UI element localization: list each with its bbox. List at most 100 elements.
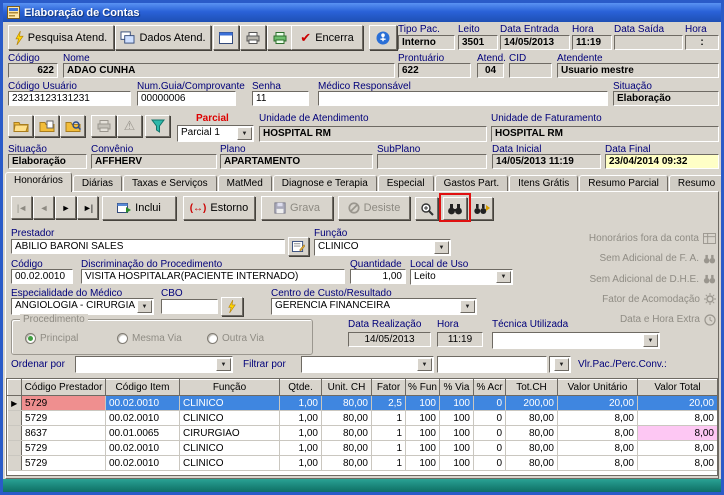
grid-cell-p_fun[interactable]: 100 xyxy=(405,440,440,456)
form-button[interactable] xyxy=(213,25,239,50)
grid-cell-p_acr[interactable]: 0 xyxy=(473,395,506,411)
grid-cell-qtde[interactable]: 1,00 xyxy=(279,440,322,456)
grid-header-ind[interactable] xyxy=(7,379,22,396)
grid-cell-valor_total[interactable]: 8,00 xyxy=(637,425,717,441)
grid-cell-valor_total[interactable]: 20,00 xyxy=(637,395,717,411)
local-uso-combo[interactable]: Leito ▼ xyxy=(410,269,513,285)
grid-row[interactable]: 5729 00.02.0010 CLINICO 1,00 80,00 1 100 100 0 80… xyxy=(7,455,717,471)
folder-doc-button[interactable] xyxy=(34,115,59,137)
grid-header-p_fun[interactable]: % Fun xyxy=(405,379,440,396)
grid-cell-p_fun[interactable]: 100 xyxy=(405,410,440,426)
grid-header-unit_ch[interactable]: Unit. CH xyxy=(321,379,372,396)
export-button[interactable] xyxy=(267,25,293,50)
grid-cell-tot_ch[interactable]: 80,00 xyxy=(505,440,558,456)
nav-next-button[interactable]: ► xyxy=(55,196,76,219)
grid-header-valor_unitario[interactable]: Valor Unitário xyxy=(557,379,638,396)
grid-cell-codigo_prestador[interactable]: 8637 xyxy=(21,425,106,441)
cbo-lightning-button[interactable] xyxy=(221,297,243,316)
grid-cell-tot_ch[interactable]: 80,00 xyxy=(505,410,558,426)
grid-cell-codigo_prestador[interactable]: 5729 xyxy=(21,410,106,426)
cbo-field[interactable] xyxy=(161,299,218,314)
nav-last-button[interactable]: ►| xyxy=(77,196,98,219)
grid-cell-valor_unitario[interactable]: 8,00 xyxy=(557,455,638,471)
row-indicator[interactable] xyxy=(7,455,22,471)
tab-itens-gratis[interactable]: Itens Grátis xyxy=(509,175,579,192)
grid-cell-fator[interactable]: 1 xyxy=(371,455,406,471)
tab-taxas-servicos[interactable]: Taxas e Serviços xyxy=(123,175,217,192)
grid-cell-p_acr[interactable]: 0 xyxy=(473,440,506,456)
encerra-button[interactable]: ✔ Encerra xyxy=(291,25,363,50)
grid-cell-tot_ch[interactable]: 200,00 xyxy=(505,395,558,411)
tab-honorarios[interactable]: Honorários xyxy=(5,172,72,192)
grid-cell-p_fun[interactable]: 100 xyxy=(405,455,440,471)
estorno-button[interactable]: (↔) Estorno xyxy=(183,196,255,220)
honorarios-fora-conta-item[interactable]: Honorários fora da conta xyxy=(587,229,716,248)
prontuario-field[interactable]: 622 xyxy=(398,63,471,78)
grid-cell-tot_ch[interactable]: 80,00 xyxy=(505,425,558,441)
radio-mesma-via[interactable]: Mesma Via xyxy=(117,333,182,344)
search-next-button[interactable] xyxy=(470,197,493,220)
centro-custo-combo[interactable]: GERENCIA FINANCEIRA ▼ xyxy=(271,298,477,315)
tab-resumo-parcial[interactable]: Resumo Parcial xyxy=(579,175,668,192)
print2-button[interactable] xyxy=(91,115,116,137)
grid-cell-codigo_prestador[interactable]: 5729 xyxy=(21,440,106,456)
grid-cell-unit_ch[interactable]: 80,00 xyxy=(321,425,372,441)
unidade-faturamento-field[interactable]: HOSPITAL RM xyxy=(491,126,719,142)
desiste-button[interactable]: Desiste xyxy=(338,196,410,220)
grid-cell-p_via[interactable]: 100 xyxy=(439,410,474,426)
grid-cell-p_acr[interactable]: 0 xyxy=(473,410,506,426)
especialidade-combo[interactable]: ANGIOLOGIA - CIRURGIA VA ▼ xyxy=(11,298,154,315)
grid-cell-fator[interactable]: 1 xyxy=(371,410,406,426)
grid-cell-valor_total[interactable]: 8,00 xyxy=(637,440,717,456)
data-realizacao-field[interactable]: 14/05/2013 xyxy=(348,332,431,347)
dados-atend-button[interactable]: Dados Atend. xyxy=(115,25,211,50)
grid-cell-valor_total[interactable]: 8,00 xyxy=(637,410,717,426)
tab-especial[interactable]: Especial xyxy=(377,175,434,192)
atend-field[interactable]: 04 xyxy=(477,63,504,78)
atendente-field[interactable]: Usuario mestre xyxy=(557,63,719,78)
grid-cell-valor_unitario[interactable]: 8,00 xyxy=(557,410,638,426)
leito-field[interactable]: 3501 xyxy=(458,35,498,50)
data-inicial-field[interactable]: 14/05/2013 11:19 xyxy=(492,154,601,169)
grid-cell-qtde[interactable]: 1,00 xyxy=(279,410,322,426)
grid-cell-codigo_item[interactable]: 00.02.0010 xyxy=(105,455,180,471)
funcao-combo[interactable]: CLINICO ▼ xyxy=(314,239,451,256)
grava-button[interactable]: Grava xyxy=(261,196,333,220)
prestador-field[interactable]: ABILIO BARONI SALES xyxy=(11,239,285,254)
grid-row[interactable]: 8637 00.01.0065 CIRURGIAO 1,00 80,00 1 100 100 0… xyxy=(7,425,717,441)
row-indicator[interactable] xyxy=(7,440,22,456)
discriminacao-field[interactable]: VISITA HOSPITALAR(PACIENTE INTERNADO) xyxy=(81,269,345,284)
grid-cell-p_via[interactable]: 100 xyxy=(439,455,474,471)
hora-saida-field[interactable]: : xyxy=(685,35,719,50)
unidade-atendimento-field[interactable]: HOSPITAL RM xyxy=(259,126,487,142)
tecnica-utilizada-combo[interactable]: ▼ xyxy=(492,332,660,349)
row-indicator[interactable] xyxy=(7,425,22,441)
situacao-field[interactable]: Elaboração xyxy=(613,91,719,106)
grid-header-funcao[interactable]: Função xyxy=(179,379,280,396)
grid-cell-funcao[interactable]: CLINICO xyxy=(179,410,280,426)
codigo-field[interactable]: 622 xyxy=(8,63,58,78)
grid-cell-codigo_item[interactable]: 00.02.0010 xyxy=(105,440,180,456)
subplano-field[interactable] xyxy=(377,154,487,169)
grid-row[interactable]: ▶ 5729 00.02.0010 CLINICO 1,00 80,00 2,5 100 100… xyxy=(7,395,717,411)
grid-header-p_acr[interactable]: % Acr xyxy=(473,379,506,396)
grid-cell-p_fun[interactable]: 100 xyxy=(405,395,440,411)
grid-cell-p_fun[interactable]: 100 xyxy=(405,425,440,441)
data-saida-field[interactable] xyxy=(614,35,683,50)
plano-field[interactable]: APARTAMENTO xyxy=(220,154,373,169)
grid-cell-unit_ch[interactable]: 80,00 xyxy=(321,455,372,471)
grid-cell-tot_ch[interactable]: 80,00 xyxy=(505,455,558,471)
filter-button[interactable] xyxy=(145,115,170,137)
warning-button[interactable]: ⚠ xyxy=(117,115,142,137)
grid-cell-codigo_item[interactable]: 00.02.0010 xyxy=(105,410,180,426)
sem-adicional-dhe-item[interactable]: Sem Adicional de D.H.E. xyxy=(587,270,716,289)
radio-principal[interactable]: Principal xyxy=(25,333,78,344)
grid-header-p_via[interactable]: % Via xyxy=(439,379,474,396)
grid-header-valor_total[interactable]: Valor Total xyxy=(637,379,717,396)
fator-acomodacao-item[interactable]: Fator de Acomodação xyxy=(587,290,716,309)
grid-cell-fator[interactable]: 2,5 xyxy=(371,395,406,411)
situacao2-field[interactable]: Elaboração xyxy=(8,154,87,169)
grid-cell-funcao[interactable]: CIRURGIAO xyxy=(179,425,280,441)
grid-cell-funcao[interactable]: CLINICO xyxy=(179,395,280,411)
senha-field[interactable]: 11 xyxy=(252,91,309,106)
